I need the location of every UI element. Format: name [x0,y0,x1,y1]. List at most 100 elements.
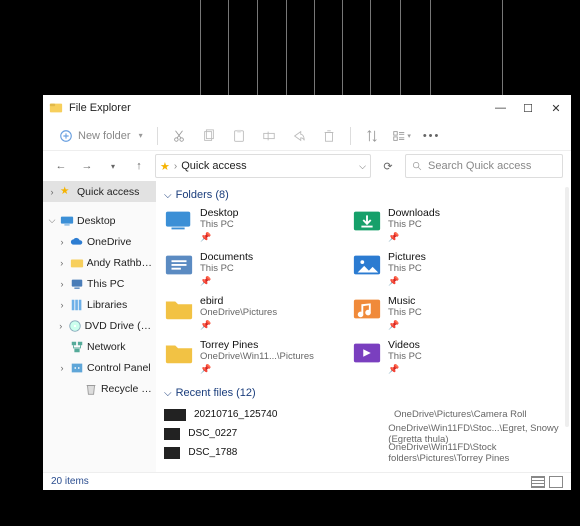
new-folder-icon [59,129,73,143]
recent-files-list: 20210716_125740 OneDrive\Pictures\Camera… [164,405,561,462]
folder-item-documents[interactable]: DocumentsThis PC📌 [164,251,344,289]
recent-section-header[interactable]: ⌵ Recent files (12) [164,387,561,399]
cut-button[interactable] [166,123,192,149]
sidebar-item-dvd[interactable]: › DVD Drive (D:) ESD [43,315,156,336]
pin-icon: 📌 [388,231,440,243]
rename-icon [262,129,276,143]
pictures-folder-icon [352,251,382,277]
file-explorer-window: File Explorer — ☐ ✕ New folder ▾ ▾ ••• ←… [43,95,571,490]
sidebar-item-label: DVD Drive (D:) ESD [85,320,156,332]
folder-name: Pictures [388,251,426,263]
address-bar[interactable]: ★ › Quick access ⌵ [155,154,371,178]
file-thumbnail [164,447,180,459]
folder-location: OneDrive\Pictures [200,307,277,319]
forward-button[interactable]: → [77,156,97,176]
recent-file-item[interactable]: DSC_1788 OneDrive\Win11FD\Stock folders\… [164,443,561,462]
file-path: OneDrive\Win11FD\Stock folders\Pictures\… [388,442,561,464]
file-name: 20210716_125740 [194,409,394,420]
chevron-right-icon: › [57,258,67,268]
sidebar-item-onedrive[interactable]: › OneDrive [43,231,156,252]
sort-icon [365,129,379,143]
folder-item-torrey-pines[interactable]: Torrey PinesOneDrive\Win11...\Pictures📌 [164,339,344,377]
chevron-down-icon[interactable]: ⌵ [359,161,366,172]
toolbar-separator [350,127,351,145]
pin-icon: 📌 [200,275,253,287]
back-button[interactable]: ← [51,156,71,176]
sidebar-item-recycle-bin[interactable]: Recycle Bin [43,378,156,399]
folder-item-ebird[interactable]: ebirdOneDrive\Pictures📌 [164,295,344,333]
close-button[interactable]: ✕ [551,102,561,115]
recent-file-item[interactable]: DSC_0227 OneDrive\Win11FD\Stoc...\Egret,… [164,424,561,443]
sort-button[interactable] [359,123,385,149]
pin-icon: 📌 [200,363,314,375]
sidebar-item-label: Desktop [77,215,116,227]
folder-name: Documents [200,251,253,263]
item-count: 20 items [51,476,89,487]
breadcrumb[interactable]: Quick access [181,160,246,172]
sidebar-item-label: This PC [87,278,124,290]
sidebar-item-user[interactable]: › Andy Rathbone [43,252,156,273]
folder-item-desktop[interactable]: DesktopThis PC📌 [164,207,344,245]
folder-location: This PC [388,307,422,319]
user-folder-icon [70,256,84,270]
sidebar-item-network[interactable]: Network [43,336,156,357]
chevron-right-icon: › [57,279,67,289]
sidebar-item-desktop[interactable]: ⌵ Desktop [43,210,156,231]
new-folder-button[interactable]: New folder ▾ [53,129,149,143]
sidebar-item-libraries[interactable]: › Libraries [43,294,156,315]
view-icon [392,129,406,143]
paste-button[interactable] [226,123,252,149]
downloads-folder-icon [352,207,382,233]
search-input[interactable]: Search Quick access [405,154,563,178]
file-thumbnail [164,428,180,440]
folder-item-pictures[interactable]: PicturesThis PC📌 [352,251,532,289]
pin-icon: 📌 [388,319,422,331]
address-row: ← → ▾ ↑ ★ › Quick access ⌵ ⟳ Search Quic… [43,151,571,181]
recent-locations-button[interactable]: ▾ [103,156,123,176]
chevron-right-icon: › [57,300,67,310]
folder-item-downloads[interactable]: DownloadsThis PC📌 [352,207,532,245]
network-icon [70,340,84,354]
more-button[interactable]: ••• [419,123,445,149]
disc-icon [68,319,82,333]
new-folder-label: New folder [78,130,131,142]
sidebar-item-label: Recycle Bin [101,383,156,395]
copy-button[interactable] [196,123,222,149]
scrollbar[interactable] [565,187,569,427]
share-button[interactable] [286,123,312,149]
file-name: DSC_0227 [188,428,388,439]
folder-location: This PC [388,351,422,363]
delete-button[interactable] [316,123,342,149]
recent-file-item[interactable]: 20210716_125740 OneDrive\Pictures\Camera… [164,405,561,424]
paste-icon [232,129,246,143]
rename-button[interactable] [256,123,282,149]
folders-section-header[interactable]: ⌵ Folders (8) [164,189,561,201]
star-icon: ★ [160,160,170,173]
navigation-pane: › ★ Quick access ⌵ Desktop › OneDrive › … [43,181,156,472]
details-view-button[interactable] [531,476,545,488]
search-placeholder: Search Quick access [428,160,531,172]
sidebar-item-control-panel[interactable]: › Control Panel [43,357,156,378]
folder-location: This PC [200,219,239,231]
minimize-button[interactable]: — [495,102,505,115]
chevron-down-icon: ⌵ [164,388,172,399]
folder-item-videos[interactable]: VideosThis PC📌 [352,339,532,377]
recent-header-label: Recent files (12) [176,387,256,399]
trash-icon [322,129,336,143]
desktop-folder-icon [164,207,194,233]
maximize-button[interactable]: ☐ [523,102,533,115]
chevron-down-icon: ▾ [139,131,143,140]
desktop-icon [60,214,74,228]
sidebar-item-this-pc[interactable]: › This PC [43,273,156,294]
sidebar-item-quick-access[interactable]: › ★ Quick access [43,181,156,202]
up-button[interactable]: ↑ [129,156,149,176]
large-icons-view-button[interactable] [549,476,563,488]
videos-folder-icon [352,339,382,365]
folder-location: This PC [388,263,426,275]
folder-location: OneDrive\Win11...\Pictures [200,351,314,363]
file-thumbnail [164,409,186,421]
search-icon [412,161,423,172]
refresh-button[interactable]: ⟳ [377,160,399,173]
view-button[interactable]: ▾ [389,123,415,149]
folder-item-music[interactable]: MusicThis PC📌 [352,295,532,333]
